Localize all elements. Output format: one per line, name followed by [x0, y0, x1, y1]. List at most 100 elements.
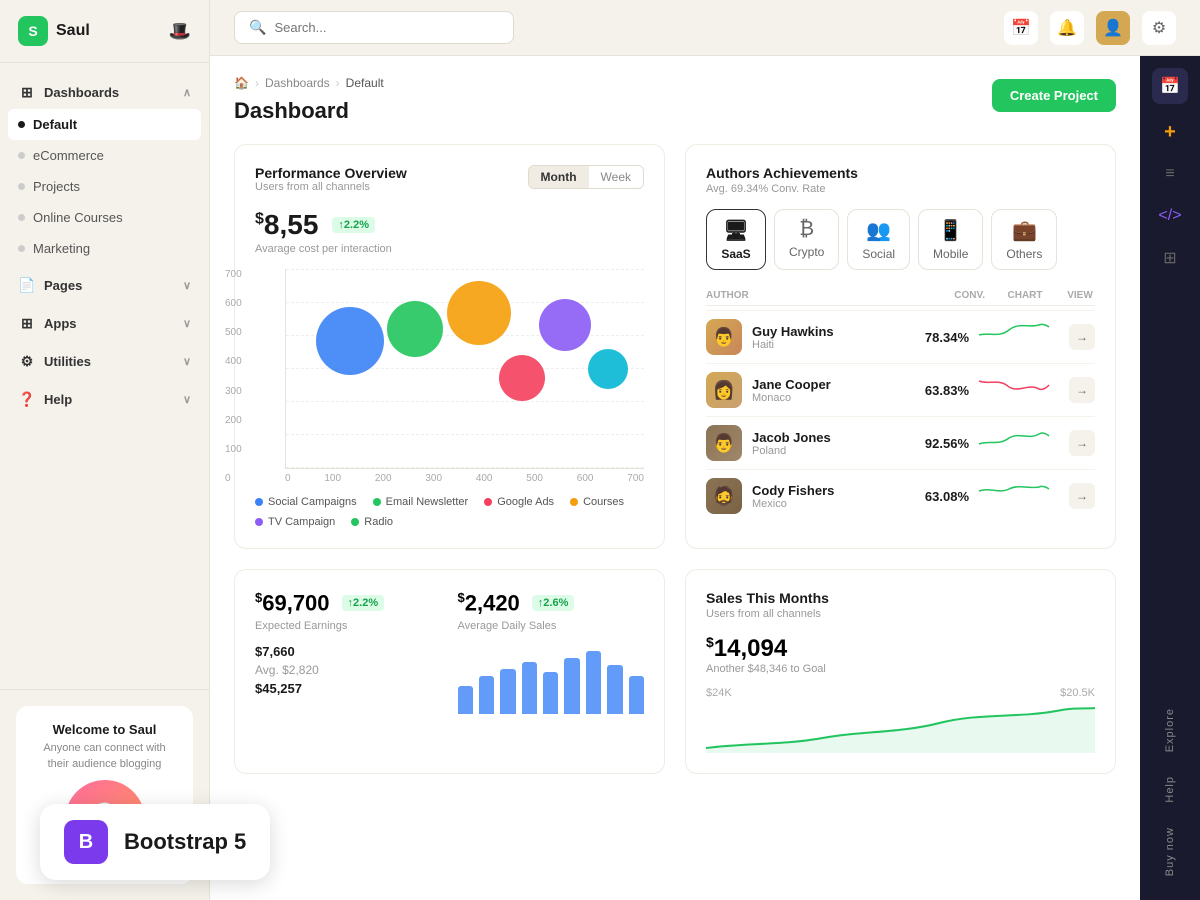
author-name-jane: Jane Cooper [752, 377, 899, 392]
search-input[interactable] [274, 20, 474, 35]
breadcrumb-current: Default [346, 76, 384, 90]
explore-button[interactable]: Explore [1156, 696, 1184, 764]
sales-label: Average Daily Sales [458, 620, 645, 632]
bootstrap-text: Bootstrap 5 [124, 829, 246, 855]
user-avatar[interactable]: 👤 [1096, 11, 1130, 45]
apps-icon: ⊞ [18, 314, 36, 332]
legend-google: Google Ads [484, 496, 554, 508]
nav-dot [18, 121, 25, 128]
menu-panel-icon[interactable]: ≡ [1152, 156, 1188, 192]
sidebar-item-projects[interactable]: Projects [0, 171, 209, 202]
author-avatar-guy: 👨 [706, 319, 742, 355]
breadcrumb-dashboards[interactable]: Dashboards [265, 76, 330, 90]
cat-tab-others[interactable]: 💼 Others [991, 209, 1057, 270]
buy-now-button[interactable]: Buy now [1156, 815, 1184, 888]
bar-7 [586, 651, 601, 714]
legend-tv: TV Campaign [255, 516, 335, 528]
right-panel: 📅 + ≡ </> ⊞ Explore Help Buy now [1140, 56, 1200, 900]
y-axis: 7006005004003002001000 [225, 269, 242, 484]
view-button-jane[interactable]: → [1069, 377, 1095, 403]
author-country-guy: Haiti [752, 339, 899, 351]
sidebar-item-marketing[interactable]: Marketing [0, 233, 209, 264]
nav-dot [18, 183, 25, 190]
bar-6 [564, 658, 579, 714]
saas-icon: 🖥 [723, 218, 748, 243]
bubble-courses [499, 355, 545, 401]
cat-tab-saas[interactable]: 🖥 SaaS [706, 209, 766, 270]
help-button[interactable]: Help [1156, 764, 1184, 815]
category-tabs: 🖥 SaaS ₿ Crypto 👥 Social 📱 [706, 209, 1095, 270]
week-toggle-button[interactable]: Week [589, 166, 643, 188]
legend-courses: Courses [570, 496, 624, 508]
help-icon: ❓ [18, 390, 36, 408]
bootstrap-badge: B Bootstrap 5 [40, 804, 270, 880]
marketing-label: Marketing [33, 241, 90, 256]
author-avatar-jacob: 👨 [706, 425, 742, 461]
sidebar-item-help[interactable]: ❓ Help ∨ [0, 382, 209, 416]
author-info-jacob: Jacob Jones Poland [752, 430, 899, 457]
view-button-jacob[interactable]: → [1069, 430, 1095, 456]
calendar-icon[interactable]: 📅 [1004, 11, 1038, 45]
breadcrumb-home[interactable]: 🏠 [234, 76, 249, 90]
sidebar-item-ecommerce[interactable]: eCommerce [0, 140, 209, 171]
code-panel-icon[interactable]: </> [1152, 198, 1188, 234]
stat-avg: Avg. $2,820 [255, 663, 442, 677]
notification-icon[interactable]: 🔔 [1050, 11, 1084, 45]
help-label: Help [44, 392, 72, 407]
chevron-icon: ∨ [183, 317, 191, 330]
add-panel-icon[interactable]: + [1152, 114, 1188, 150]
sales-title: Sales This Months [706, 590, 1095, 606]
cat-tab-crypto[interactable]: ₿ Crypto [774, 209, 839, 270]
author-row: 👨 Guy Hawkins Haiti 78.34% → [706, 310, 1095, 363]
sidebar-item-dashboards[interactable]: ⊞ Dashboards ∧ [0, 75, 209, 109]
apps-label: Apps [44, 316, 77, 331]
author-info-guy: Guy Hawkins Haiti [752, 324, 899, 351]
author-row: 🧔 Cody Fishers Mexico 63.08% → [706, 469, 1095, 522]
metric-label: Avarage cost per interaction [255, 243, 644, 255]
sidebar-item-utilities[interactable]: ⚙ Utilities ∨ [0, 344, 209, 378]
legend-email: Email Newsletter [373, 496, 469, 508]
chevron-icon: ∨ [183, 393, 191, 406]
col-view: VIEW [1065, 290, 1095, 301]
welcome-subtitle: Anyone can connect with their audience b… [32, 741, 177, 772]
breadcrumb-sep2: › [336, 76, 340, 90]
bubble-chart [285, 269, 644, 469]
dashboards-label: Dashboards [44, 85, 119, 100]
cat-tab-social[interactable]: 👥 Social [847, 209, 910, 270]
sidebar-item-pages[interactable]: 📄 Pages ∨ [0, 268, 209, 302]
arrow-icon[interactable]: 🎩 [169, 21, 191, 42]
sales-badge: ↑2.6% [532, 595, 575, 611]
sidebar-nav: ⊞ Dashboards ∧ Default eCommerce Project… [0, 63, 209, 689]
cat-tab-mobile[interactable]: 📱 Mobile [918, 209, 983, 270]
search-box[interactable]: 🔍 [234, 11, 514, 44]
col-chart: CHART [985, 290, 1065, 301]
dashboard-icon: ⊞ [18, 83, 36, 101]
x-axis: 0100200300400500600700 [285, 469, 644, 484]
view-button-guy[interactable]: → [1069, 324, 1095, 350]
month-toggle-button[interactable]: Month [529, 166, 589, 188]
authors-card: Authors Achievements Avg. 69.34% Conv. R… [685, 144, 1116, 549]
main-area: 🔍 📅 🔔 👤 ⚙ 🏠 › Dashboards › Default Dashb… [210, 0, 1200, 900]
sidebar-item-default[interactable]: Default [8, 109, 201, 140]
bar-3 [500, 669, 515, 715]
sidebar-item-online-courses[interactable]: Online Courses [0, 202, 209, 233]
mobile-icon: 📱 [938, 218, 963, 243]
sidebar-item-apps[interactable]: ⊞ Apps ∨ [0, 306, 209, 340]
calendar-panel-icon[interactable]: 📅 [1152, 68, 1188, 104]
col-author: AUTHOR [706, 290, 925, 301]
bar-chart [458, 644, 645, 714]
sparkline-jacob [979, 426, 1049, 456]
content-area: 🏠 › Dashboards › Default Dashboard Creat… [210, 56, 1200, 900]
create-project-button[interactable]: Create Project [992, 79, 1116, 112]
sales-y1: $24K [706, 687, 732, 699]
bar-9 [629, 676, 644, 715]
view-button-cody[interactable]: → [1069, 483, 1095, 509]
welcome-title: Welcome to Saul [32, 722, 177, 737]
grid-panel-icon[interactable]: ⊞ [1152, 240, 1188, 276]
utilities-label: Utilities [44, 354, 91, 369]
settings-icon[interactable]: ⚙ [1142, 11, 1176, 45]
legend-radio: Radio [351, 516, 393, 528]
app-name: Saul [56, 22, 90, 40]
search-icon: 🔍 [249, 19, 266, 36]
earnings-card: $69,700 ↑2.2% Expected Earnings $7,660 A… [234, 569, 665, 774]
